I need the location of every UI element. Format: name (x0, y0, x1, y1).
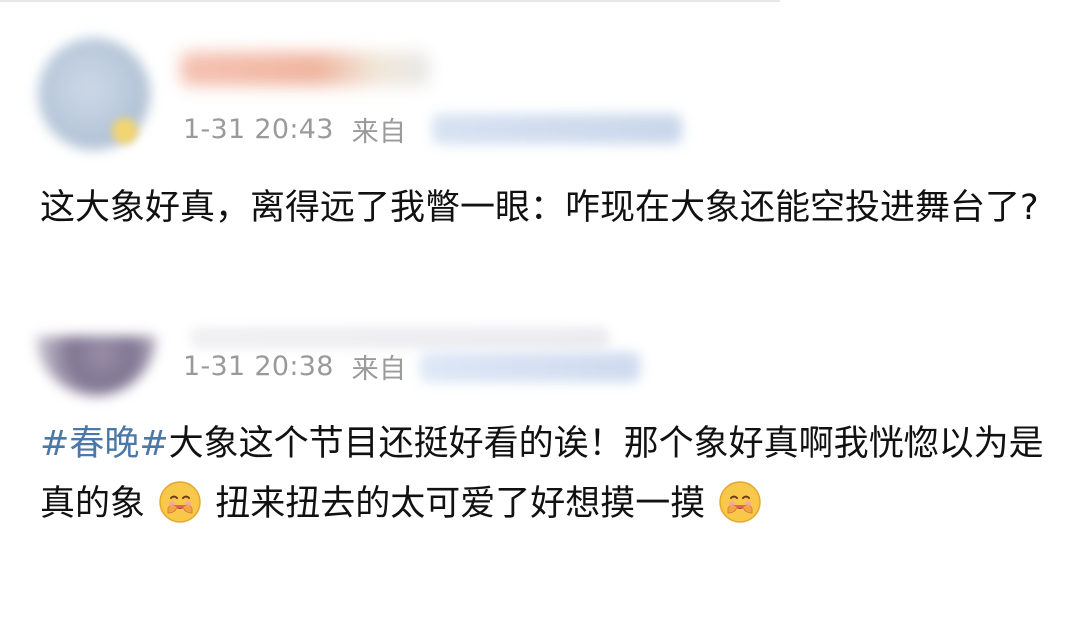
post-meta: 1-31 20:38 来自 (183, 348, 412, 385)
hugging-face-emoji-icon (158, 480, 202, 524)
post-text: 这大象好真，离得远了我瞥一眼：咋现在大象还能空投进舞台了? (40, 178, 1050, 238)
username-redacted[interactable] (180, 52, 430, 86)
hugging-face-emoji-icon (718, 480, 762, 524)
source-redacted (432, 114, 682, 144)
hashtag-link[interactable]: #春晚# (40, 424, 169, 464)
post-time: 1-31 20:38 (183, 350, 334, 382)
post-text: #春晚#大象这个节目还挺好看的诶！那个象好真啊我恍惚以为是真的象 扭来扭去的太可… (40, 414, 1050, 534)
source-redacted (420, 352, 640, 382)
post-text-part-2: 扭来扭去的太可爱了好想摸一摸 (215, 484, 706, 524)
avatar[interactable] (36, 336, 156, 396)
source-label: 来自 (351, 353, 407, 385)
source-label: 来自 (351, 116, 407, 148)
verified-badge-icon (112, 118, 138, 144)
weibo-comments-screenshot: 1-31 20:43 来自 这大象好真，离得远了我瞥一眼：咋现在大象还能空投进舞… (0, 0, 1080, 621)
post-time: 1-31 20:43 (183, 113, 334, 145)
post-meta: 1-31 20:43 来自 (183, 111, 412, 148)
top-divider (0, 0, 780, 2)
post-text-body: 这大象好真，离得远了我瞥一眼：咋现在大象还能空投进舞台了? (40, 188, 1039, 228)
post-separator (0, 318, 1080, 319)
